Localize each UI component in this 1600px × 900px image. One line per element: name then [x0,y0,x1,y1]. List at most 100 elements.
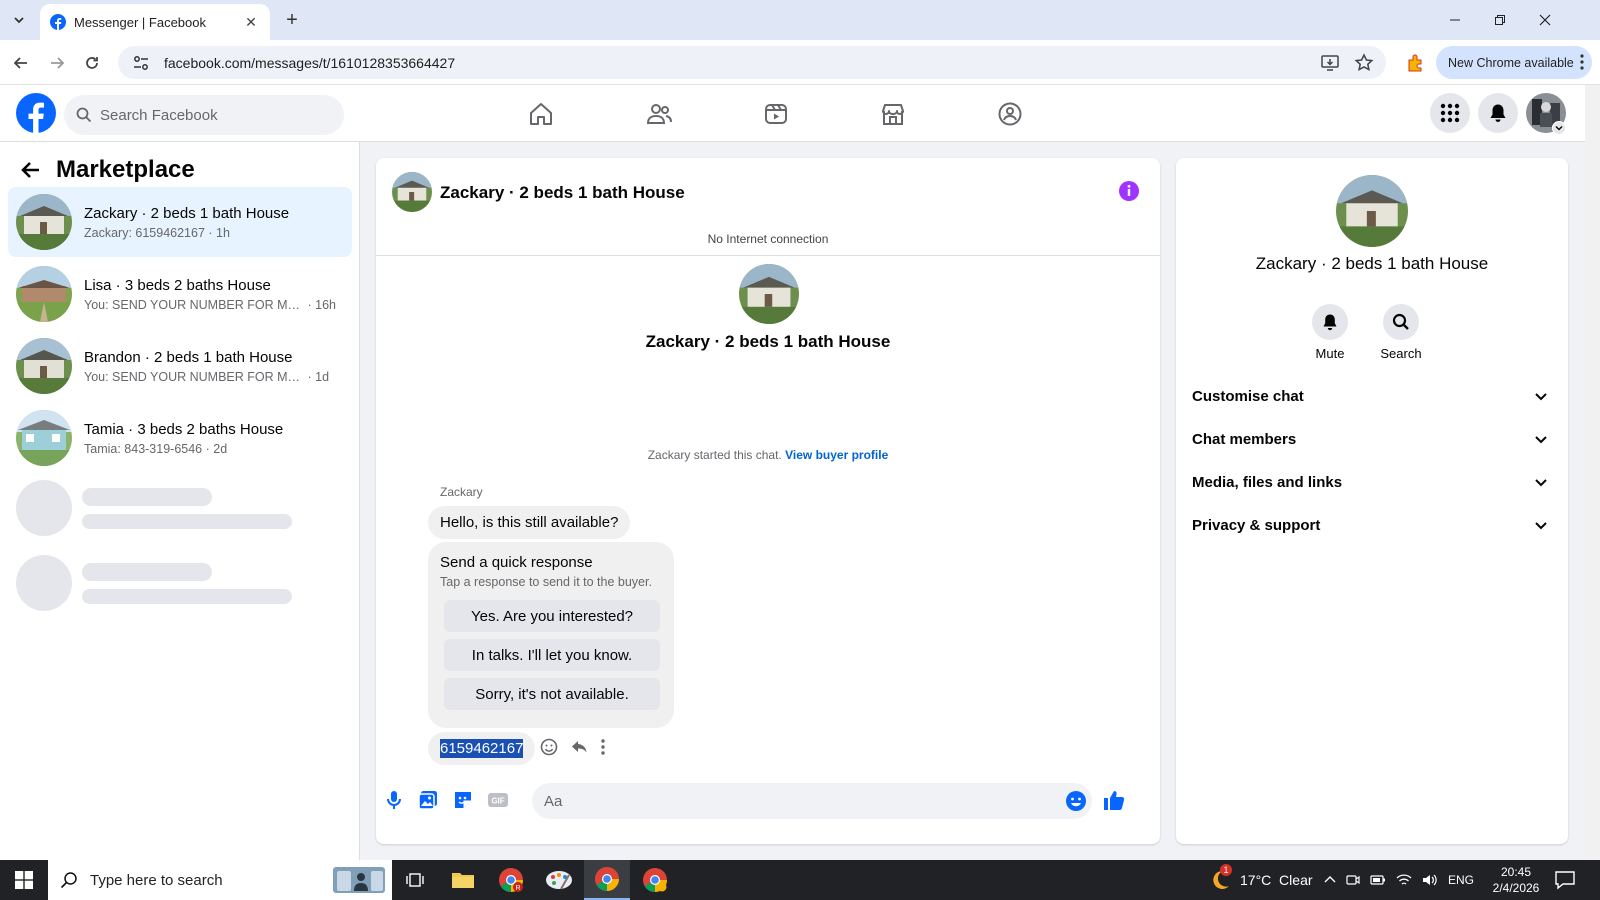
chrome-app-profile-1[interactable]: R [488,860,534,900]
taskbar-search-input[interactable] [90,871,350,889]
new-tab-button[interactable]: + [282,9,302,31]
message-input[interactable] [544,792,1044,810]
nav-marketplace[interactable] [838,92,948,136]
conversation-item[interactable]: Brandon · 2 beds 1 bath House You: SEND … [8,331,352,401]
close-window-button[interactable] [1530,8,1560,32]
thumbs-up-icon[interactable] [1102,788,1126,812]
conversation-preview: You: SEND YOUR NUMBER FOR MOR... [84,369,304,384]
extension-icon[interactable] [1404,51,1428,75]
conversation-item[interactable]: Lisa · 3 beds 2 baths House You: SEND YO… [8,259,352,329]
volume-icon[interactable] [1422,873,1438,887]
reload-button[interactable] [79,50,105,76]
info-icon[interactable] [1118,180,1140,202]
facebook-search-input[interactable] [100,106,320,124]
search-action[interactable]: Search [1371,304,1431,361]
start-button[interactable] [0,860,48,900]
emoji-icon[interactable] [1064,789,1088,813]
menu-button[interactable] [1430,93,1470,133]
more-vertical-icon[interactable] [1580,54,1584,70]
restore-button[interactable] [1485,8,1515,32]
quick-response-button[interactable]: In talks. I'll let you know. [444,639,660,671]
taskbar-clock[interactable]: 20:45 2/4/2026 [1484,864,1548,896]
chevron-up-icon[interactable] [1324,874,1336,886]
nav-friends[interactable] [604,92,714,136]
forward-button[interactable] [44,50,70,76]
file-explorer-app[interactable] [440,860,486,900]
back-arrow-icon[interactable] [20,161,40,179]
task-view-button[interactable] [392,860,438,900]
house-photo-icon [16,410,72,466]
privacy-support-section[interactable]: Privacy & support [1192,505,1552,545]
browser-tab[interactable]: Messenger | Facebook ✕ [40,4,270,40]
svg-text:R: R [515,885,520,892]
chat-title[interactable]: Zackary · 2 beds 1 bath House [440,183,685,203]
chrome-update-button[interactable]: New Chrome available [1436,46,1592,79]
selected-message-text[interactable]: 6159462167 [440,739,524,758]
chrome-icon [643,868,667,892]
bookmark-star-icon[interactable] [1354,53,1374,73]
notifications-button[interactable] [1478,93,1518,133]
back-button[interactable] [8,50,34,76]
conversation-name: Zackary · 2 beds 1 bath House [84,204,290,222]
install-app-icon[interactable] [1320,53,1340,73]
nav-video[interactable] [721,92,831,136]
conversation-item[interactable]: Tamia · 3 beds 2 baths House Tamia: 843-… [8,403,352,473]
house-photo-icon [16,338,72,394]
tab-title: Messenger | Facebook [74,14,206,30]
close-icon [1539,14,1551,26]
battery-icon[interactable] [1370,873,1386,887]
facebook-logo-icon[interactable] [16,93,56,133]
tab-close-icon[interactable]: ✕ [242,13,260,31]
weather-widget[interactable]: 1 17°C Clear [1208,860,1313,900]
nav-gaming[interactable] [955,92,1065,136]
wifi-icon[interactable] [1396,873,1412,887]
mute-action[interactable]: Mute [1300,304,1360,361]
view-buyer-profile-link[interactable]: View buyer profile [785,448,888,462]
message-input-box[interactable] [532,783,1092,819]
house-photo-icon [392,172,432,212]
message-bubble[interactable]: 6159462167 [428,732,536,765]
message-bubble[interactable]: Hello, is this still available? [428,506,631,539]
chat-members-section[interactable]: Chat members [1192,419,1552,459]
info-thumbnail[interactable] [1336,175,1408,247]
clock-date: 2/4/2026 [1492,881,1540,895]
conversation-name: Brandon · 2 beds 1 bath House [84,348,293,366]
chevron-down-icon [1555,126,1563,131]
minimize-button[interactable] [1440,8,1470,32]
chevron-down-icon [1535,479,1547,487]
chrome-app-active[interactable] [584,860,630,900]
widgets-app[interactable] [328,860,390,900]
conversation-name: Tamia · 3 beds 2 baths House [84,420,284,438]
mute-label: Mute [1315,346,1345,361]
chat-header-thumbnail[interactable] [392,172,432,212]
message-composer: GIF [376,778,1160,838]
chat-profile-thumbnail[interactable] [739,264,799,324]
language-indicator[interactable]: ENG [1448,873,1474,887]
conversation-item[interactable]: Zackary · 2 beds 1 bath House Zackary: 6… [8,187,352,257]
nav-home[interactable] [486,92,596,136]
chrome-icon: R [499,868,523,892]
page-scrollbar[interactable] [1585,85,1600,860]
customise-chat-section[interactable]: Customise chat [1192,376,1552,416]
paint-app[interactable] [536,860,582,900]
facebook-search-box[interactable] [64,95,344,135]
more-vertical-icon[interactable] [600,738,606,756]
address-bar[interactable]: facebook.com/messages/t/1610128353664427 [118,46,1386,79]
account-chevron[interactable] [1552,121,1566,135]
sticker-icon[interactable] [451,788,475,812]
microphone-icon[interactable] [382,788,406,812]
gif-icon[interactable]: GIF [486,788,510,812]
tab-search-button[interactable] [6,8,32,32]
site-info-icon[interactable] [132,54,150,72]
media-files-links-section[interactable]: Media, files and links [1192,462,1552,502]
quick-response-button[interactable]: Yes. Are you interested? [444,600,660,632]
photo-icon[interactable] [416,788,440,812]
minimize-icon [1450,19,1460,21]
meet-now-icon[interactable] [1346,873,1360,887]
house-thumbnail [16,194,72,250]
reply-icon[interactable] [570,738,588,756]
notification-center-icon[interactable] [1554,870,1576,890]
react-emoji-icon[interactable] [540,738,558,756]
chrome-app-profile-2[interactable] [632,860,678,900]
quick-response-button[interactable]: Sorry, it's not available. [444,678,660,710]
